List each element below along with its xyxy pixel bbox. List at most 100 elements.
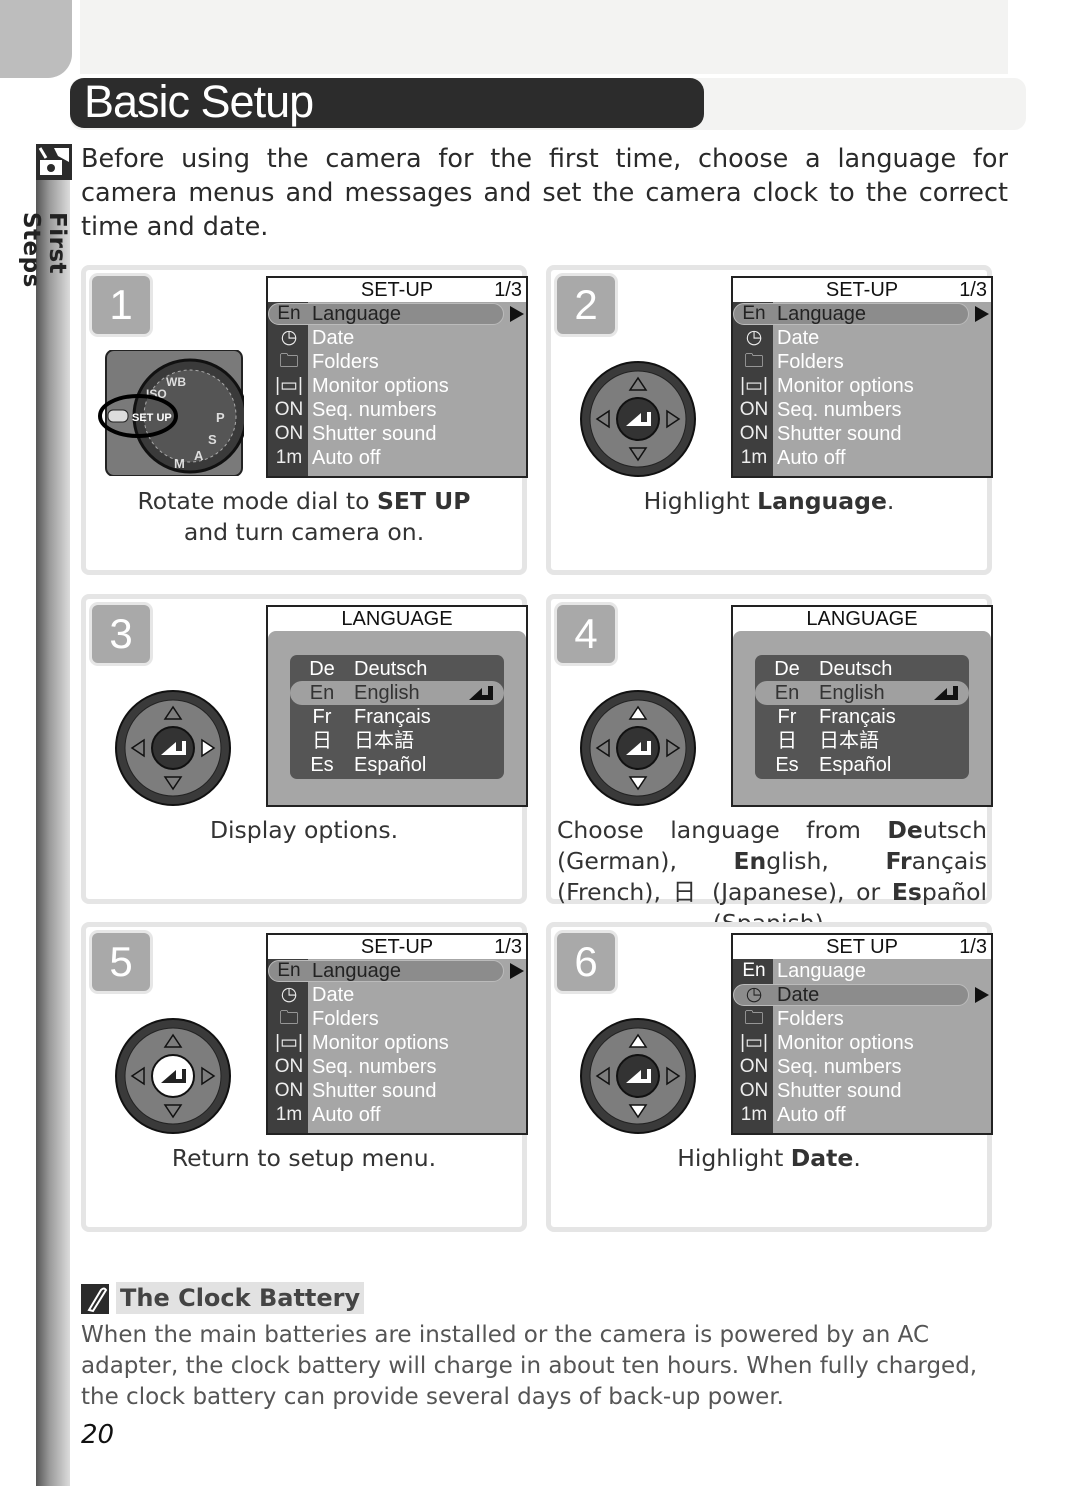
menu-item-monitor-options[interactable]: |▭| Monitor options <box>268 374 526 398</box>
dial-setup-label: SET UP <box>132 412 172 424</box>
lcd-setup-menu: SET-UP 1/3 En Language ◷ Date 🗀 Folders |▭|… <box>266 933 528 1135</box>
language-code: De <box>774 658 800 680</box>
lcd-page-indicator: 1/3 <box>959 936 987 958</box>
language-option[interactable]: Es Español <box>290 753 504 777</box>
language-name: Español <box>819 754 892 776</box>
language-code: En <box>774 682 800 704</box>
lcd-title: SET-UP <box>360 279 434 301</box>
menu-item-auto-off[interactable]: 1m Auto off <box>268 1103 526 1127</box>
step-3: 3 LANGUAGE De Deutsch En English Fr Français 日… <box>81 594 528 904</box>
header-band <box>80 0 1008 74</box>
clock-icon: ◷ <box>280 327 298 348</box>
submenu-arrow-icon <box>510 306 524 322</box>
page-number: 20 <box>81 1420 115 1450</box>
svg-text:A: A <box>194 448 204 463</box>
language-name: Français <box>819 706 896 728</box>
menu-item-monitor-options[interactable]: |▭| Monitor options <box>733 374 991 398</box>
step-1: 1 WB ISO P S A M SET UP SET-UP 1/3 En Lan… <box>81 265 528 575</box>
multi-selector <box>114 689 232 807</box>
language-code: Es <box>775 754 799 776</box>
menu-item-date[interactable]: ◷ Date <box>268 326 526 350</box>
language-option[interactable]: 日日本語 <box>755 729 969 753</box>
menu-item-auto-off[interactable]: 1m Auto off <box>268 446 526 470</box>
language-name: English <box>819 682 885 704</box>
multi-selector <box>579 689 697 807</box>
language-list: De Deutsch En English Fr Français 日日本語 Es Españo… <box>755 655 969 779</box>
menu-item-folders[interactable]: 🗀 Folders <box>733 1007 991 1031</box>
monitor-icon: |▭| <box>275 1032 303 1053</box>
menu-item-auto-off[interactable]: 1m Auto off <box>733 446 991 470</box>
step-caption: Display options. <box>209 816 399 844</box>
menu-item-date[interactable]: ◷ Date <box>733 326 991 350</box>
language-option[interactable]: Fr Français <box>755 705 969 729</box>
step-number: 3 <box>92 605 150 663</box>
svg-text:M: M <box>174 456 185 471</box>
step-6: 6 SET UP 1/3 En Language ◷ Date 🗀 Folders |… <box>546 922 993 1232</box>
menu-item-seq-numbers[interactable]: ON Seq. numbers <box>268 1055 526 1079</box>
menu-item-monitor-options[interactable]: |▭| Monitor options <box>733 1031 991 1055</box>
lcd-title: LANGUAGE <box>341 608 453 630</box>
menu-item-seq-numbers[interactable]: ON Seq. numbers <box>733 398 991 422</box>
language-option[interactable]: De Deutsch <box>755 657 969 681</box>
chapter-tab <box>0 0 72 78</box>
language-option[interactable]: De Deutsch <box>290 657 504 681</box>
lcd-page-indicator: 1/3 <box>494 279 522 301</box>
pencil-note-icon <box>81 1284 109 1314</box>
language-option[interactable]: En English <box>290 681 504 705</box>
menu-item-shutter-sound[interactable]: ON Shutter sound <box>268 422 526 446</box>
svg-text:S: S <box>208 432 217 447</box>
menu-item-shutter-sound[interactable]: ON Shutter sound <box>733 1079 991 1103</box>
multi-selector <box>114 1017 232 1135</box>
enter-icon <box>469 686 493 700</box>
language-option[interactable]: Fr Français <box>290 705 504 729</box>
language-code: Fr <box>312 706 332 728</box>
step-caption: Rotate mode dial to SET UP and turn camer… <box>137 487 471 546</box>
step-caption: Highlight Date. <box>677 1144 861 1172</box>
menu-item-shutter-sound[interactable]: ON Shutter sound <box>268 1079 526 1103</box>
menu-item-date[interactable]: ◷ Date <box>268 983 526 1007</box>
folder-icon: 🗀 <box>744 1008 764 1029</box>
menu-item-seq-numbers[interactable]: ON Seq. numbers <box>268 398 526 422</box>
monitor-icon: |▭| <box>740 1032 768 1053</box>
step-caption: Highlight Language. <box>643 487 895 515</box>
menu-item-seq-numbers[interactable]: ON Seq. numbers <box>733 1055 991 1079</box>
step-number: 4 <box>557 605 615 663</box>
note-title: The Clock Battery <box>116 1282 365 1314</box>
step-caption: Choose language from Deutsch (German), E… <box>557 816 987 937</box>
language-option[interactable]: En English <box>755 681 969 705</box>
step-5: 5 SET-UP 1/3 En Language ◷ Date 🗀 Folders |… <box>81 922 528 1232</box>
menu-item-date[interactable]: ◷ Date <box>733 983 991 1007</box>
lcd-setup-menu: SET UP 1/3 En Language ◷ Date 🗀 Folders |▭|… <box>731 933 993 1135</box>
language-option[interactable]: 日日本語 <box>290 729 504 753</box>
language-name: Deutsch <box>819 658 893 680</box>
folder-icon: 🗀 <box>279 351 299 372</box>
menu-item-language[interactable]: En Language <box>733 959 991 983</box>
menu-item-shutter-sound[interactable]: ON Shutter sound <box>733 422 991 446</box>
menu-item-auto-off[interactable]: 1m Auto off <box>733 1103 991 1127</box>
multi-selector <box>579 360 697 478</box>
folder-icon: 🗀 <box>279 1008 299 1029</box>
language-option[interactable]: Es Español <box>755 753 969 777</box>
intro-paragraph: Before using the camera for the first ti… <box>81 144 1008 242</box>
page-title: Basic Setup <box>84 76 314 127</box>
lcd-setup-menu: SET-UP 1/3 En Language ◷ Date 🗀 Folders |▭|… <box>266 276 528 478</box>
language-code: 日 <box>312 730 332 752</box>
language-name: Español <box>354 754 427 776</box>
monitor-icon: |▭| <box>740 375 768 396</box>
clock-icon: ◷ <box>745 327 763 348</box>
svg-text:WB: WB <box>166 375 186 389</box>
first-steps-camera-icon <box>36 144 72 180</box>
menu-item-monitor-options[interactable]: |▭| Monitor options <box>268 1031 526 1055</box>
menu-item-language[interactable]: En Language <box>733 302 991 326</box>
step-4: 4 LANGUAGE De Deutsch En English Fr Français 日… <box>546 594 993 937</box>
language-code: De <box>309 658 335 680</box>
language-name: English <box>354 682 420 704</box>
lcd-language-menu: LANGUAGE De Deutsch En English Fr Français 日日本… <box>731 605 993 807</box>
menu-item-folders[interactable]: 🗀 Folders <box>268 350 526 374</box>
menu-item-folders[interactable]: 🗀 Folders <box>268 1007 526 1031</box>
multi-selector <box>579 1017 697 1135</box>
menu-item-language[interactable]: En Language <box>268 302 526 326</box>
mode-dial-illustration: WB ISO P S A M SET UP <box>98 350 244 476</box>
menu-item-language[interactable]: En Language <box>268 959 526 983</box>
menu-item-folders[interactable]: 🗀 Folders <box>733 350 991 374</box>
